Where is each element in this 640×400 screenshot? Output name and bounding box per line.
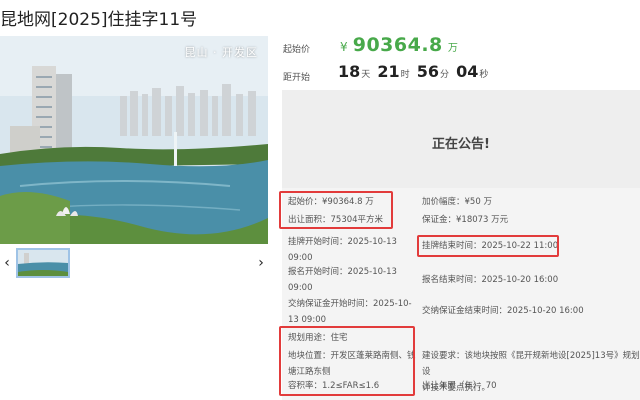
photo-watermark: 昆山 · 开发区 — [184, 46, 258, 59]
detail-signup-start-label: 报名开始时间： — [288, 267, 348, 277]
detail-deposit-end-label: 交纳保证金结束时间： — [422, 306, 508, 316]
countdown-minutes-unit: 分 — [440, 70, 450, 80]
countdown-seconds-unit: 秒 — [479, 70, 489, 80]
currency-symbol: ¥ — [340, 40, 348, 54]
detail-requirement-label: 建设要求： — [422, 351, 465, 361]
detail-listing-start: 挂牌开始时间：2025-10-13 09:00 — [288, 234, 397, 266]
detail-signup-start: 报名开始时间：2025-10-13 09:00 — [288, 264, 397, 296]
thumbnail-image — [18, 250, 68, 276]
highlight-listing-end — [417, 235, 559, 257]
detail-signup-end: 报名结束时间：2025-10-20 16:00 — [422, 272, 558, 288]
detail-increment-value: ¥50 万 — [464, 197, 492, 207]
detail-listing-start-value-1: 2025-10-13 — [347, 237, 397, 247]
detail-deposit-start-label: 交纳保证金开始时间： — [288, 299, 374, 309]
thumbnail-strip: ‹ › — [0, 248, 268, 280]
countdown-days: 18 — [338, 62, 361, 81]
detail-signup-end-value: 2025-10-20 16:00 — [481, 275, 559, 285]
highlight-land-info — [279, 326, 415, 396]
start-price-value: 90364.8 — [352, 34, 443, 56]
detail-years-value: 70 — [485, 381, 497, 391]
countdown-hours-unit: 时 — [400, 70, 410, 80]
countdown-days-unit: 天 — [361, 70, 371, 80]
start-price: ¥ 90364.8 万 — [340, 34, 458, 56]
detail-increment-label: 加价幅度： — [422, 197, 465, 207]
detail-signup-start-value-1: 2025-10-13 — [347, 267, 397, 277]
detail-years: 出让年限（年）：70 — [422, 378, 497, 394]
notice-status: 正在公告! — [432, 137, 490, 152]
detail-years-label: 出让年限（年）： — [422, 381, 486, 391]
detail-deposit-label: 保证金： — [422, 215, 457, 225]
main-photo[interactable]: 昆山 · 开发区 — [0, 36, 268, 244]
city-lake-photo — [0, 36, 268, 244]
chevron-right-icon[interactable]: › — [254, 254, 268, 272]
page-title: 昆地网[2025]住挂字11号 — [0, 10, 198, 30]
detail-increment: 加价幅度：¥50 万 — [422, 194, 492, 210]
detail-deposit-start: 交纳保证金开始时间：2025-10- 13 09:00 — [288, 296, 412, 328]
detail-signup-end-label: 报名结束时间： — [422, 275, 482, 285]
countdown-hours: 21 — [377, 62, 400, 81]
notice-panel: 正在公告! — [282, 90, 640, 188]
detail-deposit-start-value-1: 2025-10- — [373, 299, 412, 309]
start-price-unit: 万 — [447, 43, 458, 54]
countdown-label: 距开始 — [283, 73, 311, 83]
highlight-price-area — [279, 191, 393, 229]
detail-deposit: 保证金：¥18073 万元 — [422, 212, 508, 228]
detail-deposit-end: 交纳保证金结束时间：2025-10-20 16:00 — [422, 303, 584, 319]
chevron-left-icon[interactable]: ‹ — [0, 254, 14, 272]
detail-deposit-end-value: 2025-10-20 16:00 — [507, 306, 584, 316]
detail-signup-start-value-2: 09:00 — [288, 283, 313, 293]
countdown-timer: 18天 21时 56分 04秒 — [338, 62, 490, 81]
detail-listing-start-label: 挂牌开始时间： — [288, 237, 348, 247]
detail-deposit-value: ¥18073 万元 — [456, 215, 509, 225]
countdown-seconds: 04 — [456, 62, 479, 81]
start-price-label: 起始价 — [283, 45, 311, 55]
thumbnail-1[interactable] — [16, 248, 70, 278]
countdown-minutes: 56 — [416, 62, 440, 81]
